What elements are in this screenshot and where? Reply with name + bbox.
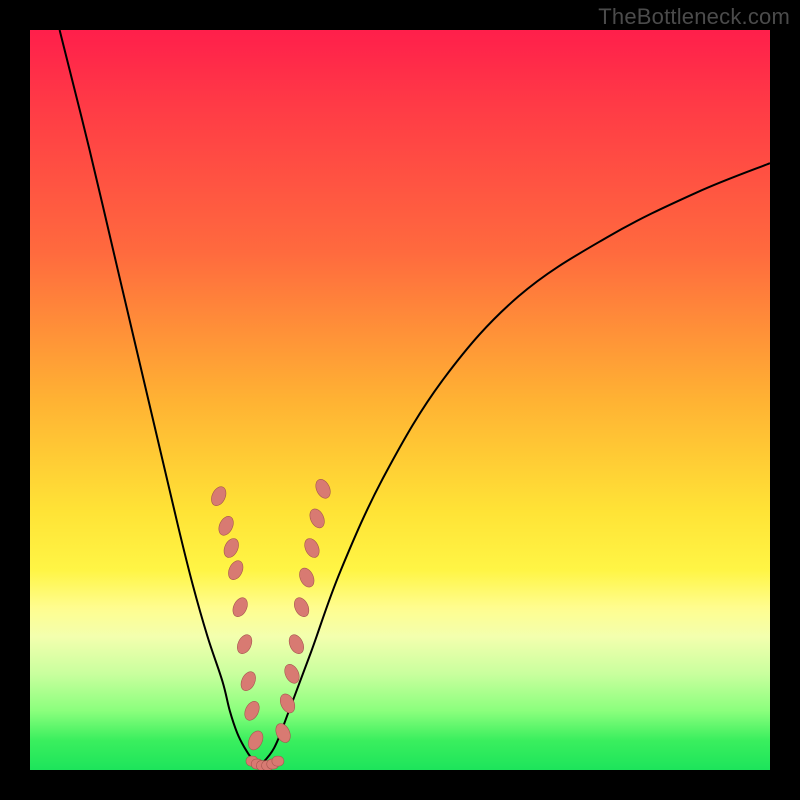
markers-bottom [246, 756, 284, 770]
marker-dot [238, 669, 258, 693]
marker-dot [313, 477, 333, 501]
marker-dot [273, 721, 293, 745]
watermark-text: TheBottleneck.com [598, 4, 790, 30]
marker-dot [291, 595, 311, 619]
curve-layer [30, 30, 770, 770]
marker-dot [209, 484, 229, 508]
marker-dot [307, 507, 327, 531]
plot-area [30, 30, 770, 770]
marker-dot [286, 632, 306, 656]
marker-dot [297, 566, 317, 590]
chart-frame: TheBottleneck.com [0, 0, 800, 800]
marker-dot [216, 514, 236, 538]
markers-left [209, 484, 266, 752]
left-curve [60, 30, 260, 766]
marker-dot [230, 595, 250, 619]
markers-right [273, 477, 333, 745]
marker-dot [242, 699, 262, 723]
right-curve [259, 163, 770, 766]
marker-pill [272, 756, 284, 766]
marker-dot [302, 536, 322, 560]
marker-dot [246, 729, 266, 753]
marker-dot [226, 558, 246, 582]
marker-dot [221, 536, 241, 560]
marker-dot [234, 632, 254, 656]
